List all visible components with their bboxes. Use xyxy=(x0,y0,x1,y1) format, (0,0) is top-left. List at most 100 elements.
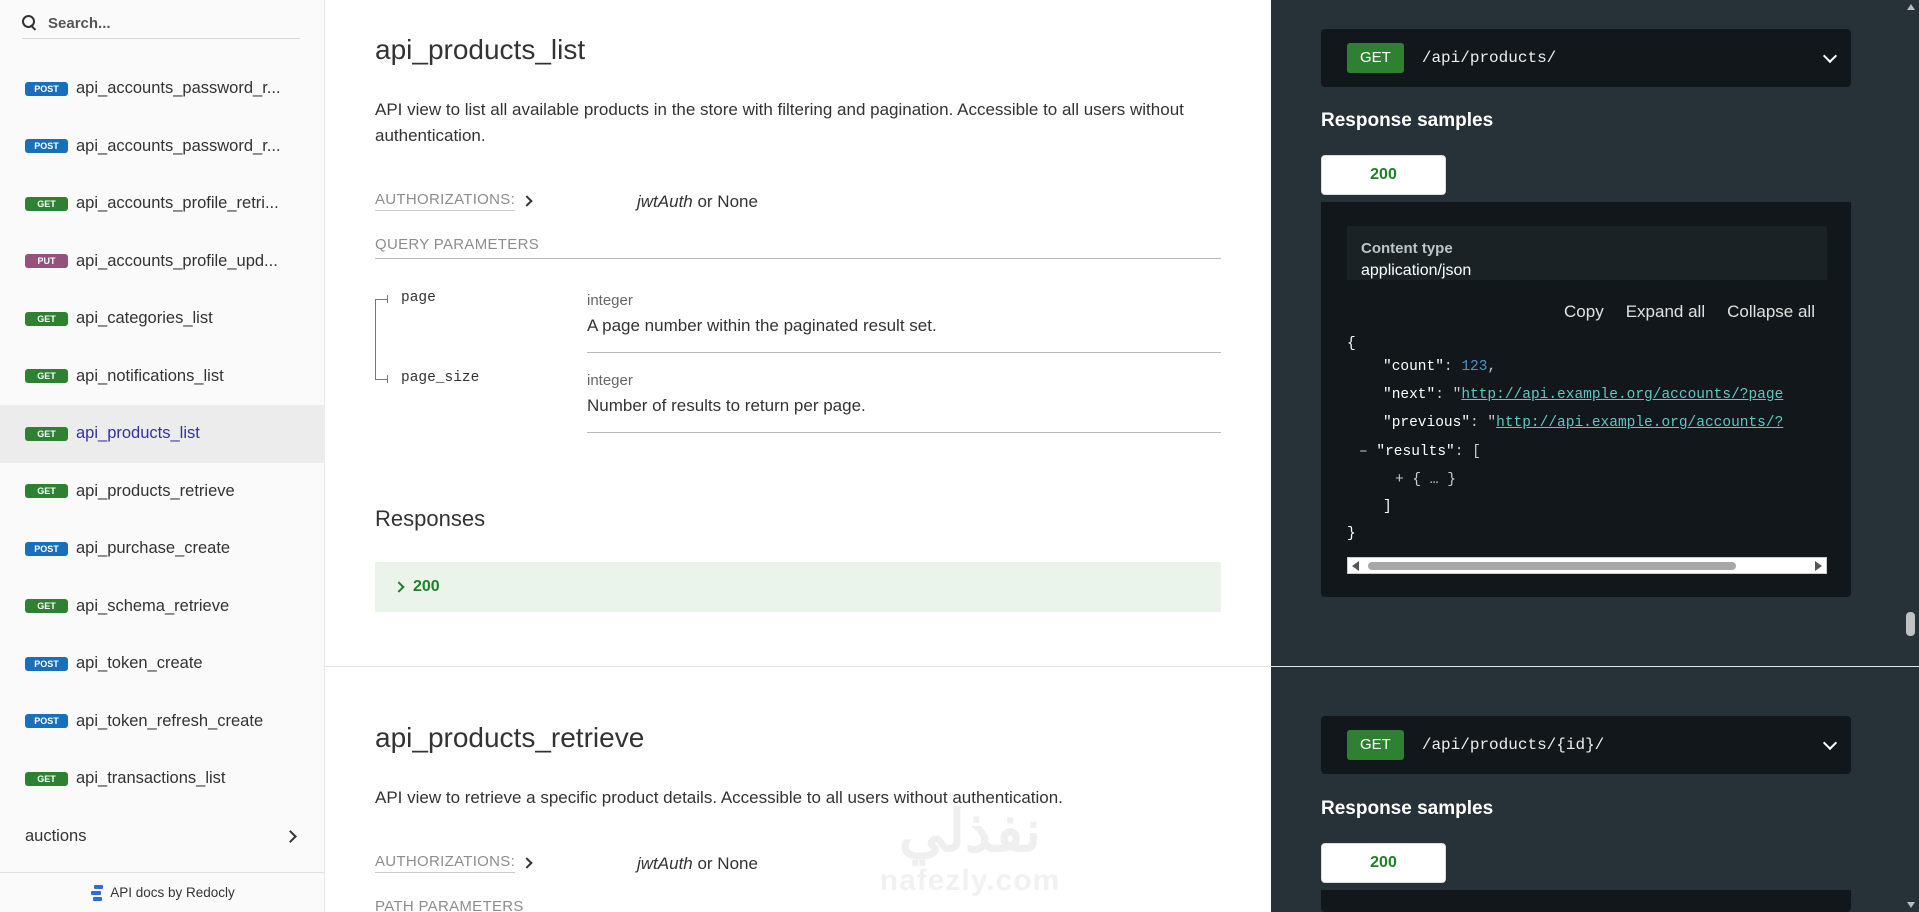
sidebar-group-label: auctions xyxy=(25,826,87,845)
scroll-left-arrow-icon[interactable] xyxy=(1352,561,1359,571)
sidebar-item-api-accounts-profile-update[interactable]: PUT api_accounts_profile_upd... xyxy=(0,233,325,291)
authorizations-toggle[interactable]: AUTHORIZATIONS: xyxy=(375,191,516,211)
param-tree-tick xyxy=(387,375,388,383)
collapse-toggle[interactable]: – xyxy=(1359,444,1376,460)
json-link[interactable]: http://api.example.org/accounts/?page xyxy=(1461,387,1783,403)
expand-toggle[interactable]: + xyxy=(1395,472,1412,488)
section-divider xyxy=(325,666,1919,667)
sidebar-item-api-products-list[interactable]: GET api_products_list xyxy=(0,405,325,463)
endpoint-selector[interactable]: GET /api/products/ xyxy=(1321,29,1851,87)
operation-description: API view to retrieve a specific product … xyxy=(375,788,1063,807)
sample-actions: Copy Expand all Collapse all xyxy=(1564,302,1815,322)
search-input[interactable] xyxy=(48,14,288,32)
operation-title: api_products_list xyxy=(375,34,586,65)
scrollbar-thumb[interactable] xyxy=(1906,612,1915,636)
sidebar-item-api-transactions-list[interactable]: GET api_transactions_list xyxy=(0,750,325,808)
sidebar-item-api-products-retrieve[interactable]: GET api_products_retrieve xyxy=(0,463,325,521)
endpoint-method: GET xyxy=(1347,43,1404,73)
auth-scheme: jwtAuth xyxy=(637,192,693,211)
endpoint-path: /api/products/{id}/ xyxy=(1421,736,1605,754)
copy-button[interactable]: Copy xyxy=(1564,302,1604,322)
chevron-down-icon xyxy=(1822,48,1838,64)
redocly-logo-icon xyxy=(90,884,104,901)
sidebar-item-api-token-refresh-create[interactable]: POST api_token_refresh_create xyxy=(0,693,325,751)
operation-content: api_products_list API view to list all a… xyxy=(325,0,1271,912)
sidebar-item-label: api_products_retrieve xyxy=(76,481,235,500)
response-tab-200[interactable]: 200 xyxy=(1321,843,1446,883)
search-box[interactable] xyxy=(22,8,300,39)
method-badge: PUT xyxy=(25,254,68,269)
operation-description: API view to list all available products … xyxy=(375,100,1184,145)
json-line-results: – "results": [ xyxy=(1359,444,1481,460)
endpoint-selector[interactable]: GET /api/products/{id}/ xyxy=(1321,716,1851,774)
authorizations-value: jwtAuth or None xyxy=(637,192,758,212)
response-tab-200[interactable]: 200 xyxy=(1321,155,1446,195)
right-panel: GET /api/products/ Response samples 200 … xyxy=(1271,0,1919,912)
chevron-down-icon xyxy=(1822,735,1838,751)
method-badge: GET xyxy=(25,196,68,211)
param-type: integer xyxy=(587,292,633,309)
expand-all-button[interactable]: Expand all xyxy=(1626,302,1705,322)
scroll-right-arrow-icon[interactable] xyxy=(1815,561,1822,571)
content-type-box[interactable]: Content type application/json xyxy=(1347,226,1827,280)
page-scrollbar[interactable] xyxy=(1902,0,1919,912)
json-close-bracket: ] xyxy=(1383,499,1392,515)
sidebar: POST api_accounts_password_r... POST api… xyxy=(0,0,325,912)
sidebar-item-api-notifications-list[interactable]: GET api_notifications_list xyxy=(0,348,325,406)
content-type-value: application/json xyxy=(1361,262,1472,279)
response-sample-box: Content type application/json Copy Expan… xyxy=(1321,202,1851,597)
method-badge: GET xyxy=(25,311,68,326)
response-200-toggle[interactable]: 200 xyxy=(375,562,1221,612)
param-tree-branch xyxy=(375,379,387,380)
chevron-right-icon[interactable] xyxy=(521,857,533,869)
scroll-up-arrow-icon[interactable] xyxy=(1907,4,1915,10)
sidebar-item-api-schema-retrieve[interactable]: GET api_schema_retrieve xyxy=(0,578,325,636)
divider xyxy=(375,258,1221,259)
horizontal-scrollbar[interactable] xyxy=(1347,557,1827,574)
method-badge: POST xyxy=(25,81,68,96)
operation-title: api_products_retrieve xyxy=(375,722,645,753)
redocly-footer-link[interactable]: API docs by Redocly xyxy=(0,872,325,912)
scrollbar-thumb[interactable] xyxy=(1368,562,1736,570)
collapse-all-button[interactable]: Collapse all xyxy=(1727,302,1815,322)
authorizations-toggle[interactable]: AUTHORIZATIONS: xyxy=(375,853,516,873)
sidebar-item-api-accounts-profile-retrieve[interactable]: GET api_accounts_profile_retri... xyxy=(0,175,325,233)
json-line-next: "next": "http://api.example.org/accounts… xyxy=(1383,387,1784,403)
json-collapsed-object[interactable]: { … } xyxy=(1412,472,1456,488)
chevron-right-icon[interactable] xyxy=(521,195,533,207)
sidebar-item-api-purchase-create[interactable]: POST api_purchase_create xyxy=(0,520,325,578)
method-badge: GET xyxy=(25,599,68,614)
method-badge: GET xyxy=(25,771,68,786)
redocly-footer-label: API docs by Redocly xyxy=(110,885,235,900)
json-line-count: "count": 123, xyxy=(1383,359,1497,375)
divider xyxy=(587,432,1221,433)
sidebar-item-api-accounts-password-reset-2[interactable]: POST api_accounts_password_r... xyxy=(0,118,325,176)
json-key: "results" xyxy=(1376,444,1455,460)
json-line-collapsed: + { … } xyxy=(1395,472,1456,488)
response-sample-box xyxy=(1321,890,1851,912)
sidebar-item-label: api_categories_list xyxy=(76,309,213,328)
method-badge: POST xyxy=(25,139,68,154)
responses-title: Responses xyxy=(375,506,486,531)
sidebar-item-api-token-create[interactable]: POST api_token_create xyxy=(0,635,325,693)
json-sample: { "count": 123, "next": "http://api.exam… xyxy=(1347,336,1827,546)
json-line-previous: "previous": "http://api.example.org/acco… xyxy=(1383,415,1784,431)
param-name: page xyxy=(401,290,436,306)
divider xyxy=(587,352,1221,353)
json-number: 123 xyxy=(1461,359,1488,375)
response-samples-title: Response samples xyxy=(1321,798,1494,819)
sidebar-item-label: api_token_refresh_create xyxy=(76,711,264,730)
scroll-down-arrow-icon[interactable] xyxy=(1907,902,1915,908)
param-tree-line xyxy=(375,299,376,379)
json-link[interactable]: http://api.example.org/accounts/? xyxy=(1496,415,1783,431)
response-samples-title: Response samples xyxy=(1321,110,1494,131)
auth-scheme: jwtAuth xyxy=(637,854,693,873)
sidebar-group-auctions[interactable]: auctions xyxy=(0,808,325,866)
response-code: 200 xyxy=(413,578,440,595)
sidebar-item-api-accounts-password-reset-1[interactable]: POST api_accounts_password_r... xyxy=(0,60,325,118)
sidebar-item-label: api_accounts_profile_upd... xyxy=(76,251,278,270)
authorizations-row: AUTHORIZATIONS: jwtAuth or None xyxy=(375,853,758,873)
sidebar-item-api-categories-list[interactable]: GET api_categories_list xyxy=(0,290,325,348)
sidebar-item-label: api_schema_retrieve xyxy=(76,596,230,615)
json-key: "previous" xyxy=(1383,415,1471,431)
